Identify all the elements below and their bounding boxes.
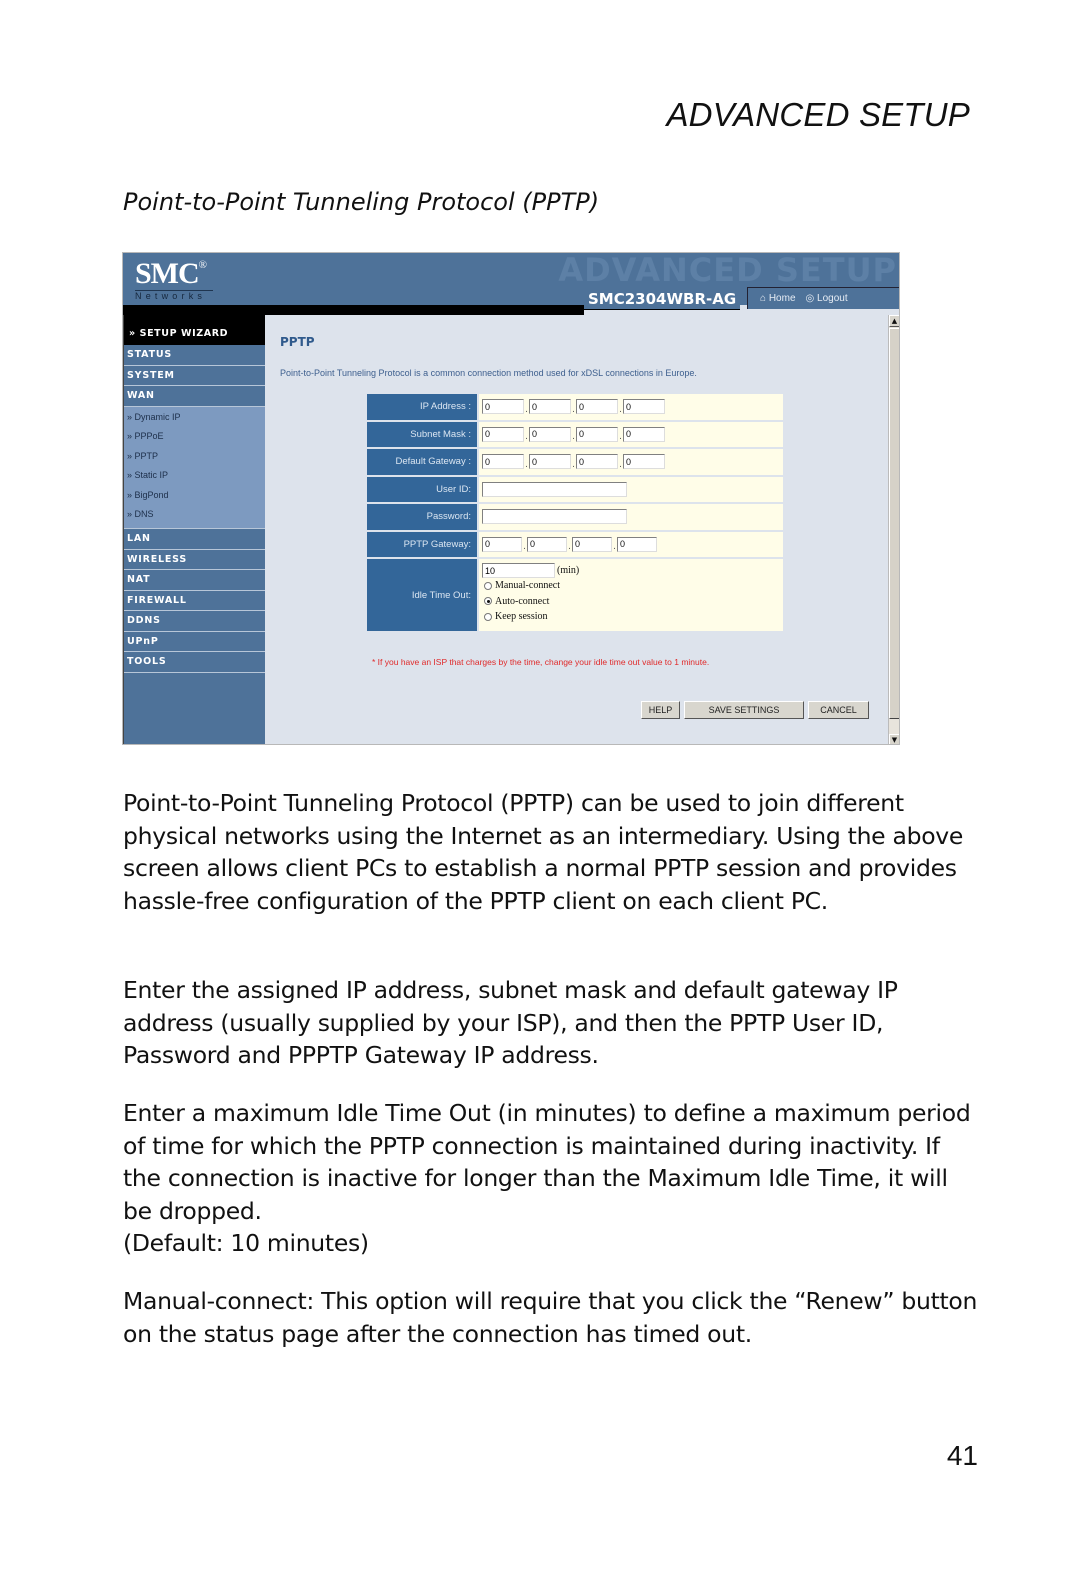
model-name: SMC2304WBR-AG [584, 288, 741, 310]
radio-auto-connect[interactable]: Auto-connect [484, 594, 549, 610]
default-gateway-octet-2[interactable] [529, 454, 571, 470]
form-buttons: HELP SAVE SETTINGS CANCEL [641, 701, 869, 719]
sidebar-item-status[interactable]: STATUS [124, 345, 265, 366]
router-screenshot: SMC® Networks ADVANCED SETUP SMC2304WBR-… [122, 252, 900, 745]
idle-timeout-input[interactable] [482, 563, 555, 578]
sidebar-sub-pptp[interactable]: » PPTP [124, 448, 265, 468]
ip-address-octet-3[interactable] [576, 399, 618, 415]
password-row: Password: [367, 504, 783, 532]
radio-keep-session[interactable]: Keep session [484, 609, 548, 625]
subnet-mask-octet-1[interactable] [482, 426, 524, 442]
save-settings-button[interactable]: SAVE SETTINGS [684, 701, 804, 719]
top-links: ⌂ Home ◎ Logout [747, 287, 899, 309]
sidebar-item-wireless[interactable]: WIRELESS [124, 550, 265, 571]
radio-manual-connect[interactable]: Manual-connect [484, 578, 560, 594]
sidebar-item-tools[interactable]: TOOLS [124, 652, 265, 673]
user-id-label: User ID: [367, 476, 479, 502]
banner-divider [123, 305, 584, 315]
scroll-thumb[interactable] [889, 328, 899, 719]
home-icon: ⌂ [760, 293, 767, 304]
sidebar-item-system[interactable]: SYSTEM [124, 366, 265, 386]
logout-link[interactable]: ◎ Logout [806, 293, 848, 304]
home-label: Home [768, 293, 796, 304]
radio-label: Auto-connect [495, 595, 550, 607]
idle-timeout-note: * If you have an ISP that charges by the… [372, 657, 710, 667]
page-description: Point-to-Point Tunneling Protocol is a c… [280, 368, 697, 378]
password-label: Password: [367, 504, 479, 530]
pptp-gateway-octet-2[interactable] [527, 536, 567, 552]
default-gateway-octet-4[interactable] [623, 454, 665, 470]
pptp-gateway-label: PPTP Gateway: [367, 531, 479, 557]
radio-button-selected-icon [484, 597, 492, 606]
vertical-scrollbar[interactable]: ▲ ▼ [888, 315, 899, 744]
logo-subtitle: Networks [135, 290, 213, 301]
subnet-mask-octet-4[interactable] [623, 426, 665, 442]
pptp-gateway-octet-3[interactable] [572, 536, 612, 552]
ip-address-octet-4[interactable] [623, 399, 665, 415]
sidebar-sub-pppoe[interactable]: » PPPoE [124, 428, 265, 448]
subnet-mask-label: Subnet Mask : [367, 421, 479, 447]
home-link[interactable]: ⌂ Home [760, 293, 796, 304]
subnet-mask-row: Subnet Mask : . . . [367, 421, 783, 449]
idle-timeout-unit: (min) [557, 565, 580, 576]
default-gateway-octet-3[interactable] [576, 454, 618, 470]
sidebar-sub-static-ip[interactable]: » Static IP [124, 467, 265, 487]
body-paragraph-1: Point-to-Point Tunneling Protocol (PPTP)… [123, 789, 964, 915]
page-number: 41 [946, 1440, 978, 1471]
radio-button-icon [484, 581, 492, 590]
cancel-button[interactable]: CANCEL [808, 701, 869, 719]
idle-timeout-label: Idle Time Out: [367, 559, 479, 631]
pptp-gateway-row: PPTP Gateway: . . . [367, 531, 783, 559]
subnet-mask-octet-3[interactable] [576, 426, 618, 442]
sidebar-sub-dynamic-ip[interactable]: » Dynamic IP [124, 409, 265, 429]
section-subtitle: Point-to-Point Tunneling Protocol (PPTP) [123, 188, 600, 216]
sidebar-item-upnp[interactable]: UPnP [124, 632, 265, 653]
sidebar-item-firewall[interactable]: FIREWALL [124, 591, 265, 612]
radio-button-icon [484, 612, 492, 621]
default-gateway-octet-1[interactable] [482, 454, 524, 470]
user-id-row: User ID: [367, 476, 783, 504]
sidebar-item-ddns[interactable]: DDNS [124, 611, 265, 632]
pptp-gateway-octet-4[interactable] [617, 536, 657, 552]
ip-address-octet-2[interactable] [529, 399, 571, 415]
sidebar-sub-bigpond[interactable]: » BigPond [124, 487, 265, 507]
logout-icon: ◎ [805, 293, 815, 304]
idle-timeout-row: Idle Time Out: (min) Manual-connect Auto… [367, 559, 783, 633]
body-paragraph-4: Manual-connect: This option will require… [123, 1287, 978, 1348]
ip-address-octet-1[interactable] [482, 399, 524, 415]
registered-mark: ® [198, 259, 207, 271]
smc-logo: SMC® [135, 257, 207, 291]
radio-label: Manual-connect [495, 580, 560, 592]
scroll-up-arrow-icon[interactable]: ▲ [889, 315, 899, 327]
default-gateway-label: Default Gateway : [367, 449, 479, 475]
sidebar: » SETUP WIZARD STATUS SYSTEM WAN » Dynam… [123, 315, 265, 744]
user-id-input[interactable] [482, 481, 627, 497]
body-paragraph-default: (Default: 10 minutes) [123, 1229, 369, 1257]
sidebar-item-setup-wizard[interactable]: » SETUP WIZARD [124, 315, 265, 345]
pptp-form: IP Address : . . . Subnet Mask : . . . [367, 394, 783, 633]
body-paragraph-3: Enter a maximum Idle Time Out (in minute… [123, 1099, 971, 1225]
ip-address-row: IP Address : . . . [367, 394, 783, 422]
banner-watermark: ADVANCED SETUP [558, 252, 897, 289]
sidebar-item-wan[interactable]: WAN [124, 386, 265, 407]
pptp-gateway-octet-1[interactable] [482, 536, 522, 552]
content-panel: PPTP Point-to-Point Tunneling Protocol i… [266, 315, 888, 744]
password-input[interactable] [482, 509, 627, 525]
default-gateway-row: Default Gateway : . . . [367, 449, 783, 477]
logout-label: Logout [817, 293, 848, 304]
radio-label: Keep session [495, 611, 548, 623]
section-header: ADVANCED SETUP [666, 96, 970, 133]
sidebar-item-nat[interactable]: NAT [124, 570, 265, 591]
help-button[interactable]: HELP [641, 701, 680, 719]
wan-submenu: » Dynamic IP » PPPoE » PPTP » Static IP … [124, 406, 265, 530]
body-paragraph-2: Enter the assigned IP address, subnet ma… [123, 976, 898, 1070]
ip-address-label: IP Address : [367, 394, 479, 420]
sidebar-item-lan[interactable]: LAN [124, 529, 265, 550]
scroll-down-arrow-icon[interactable]: ▼ [889, 734, 899, 744]
sidebar-sub-dns[interactable]: » DNS [124, 506, 265, 526]
page-title: PPTP [280, 335, 315, 349]
logo-text: SMC [135, 257, 200, 290]
subnet-mask-octet-2[interactable] [529, 426, 571, 442]
